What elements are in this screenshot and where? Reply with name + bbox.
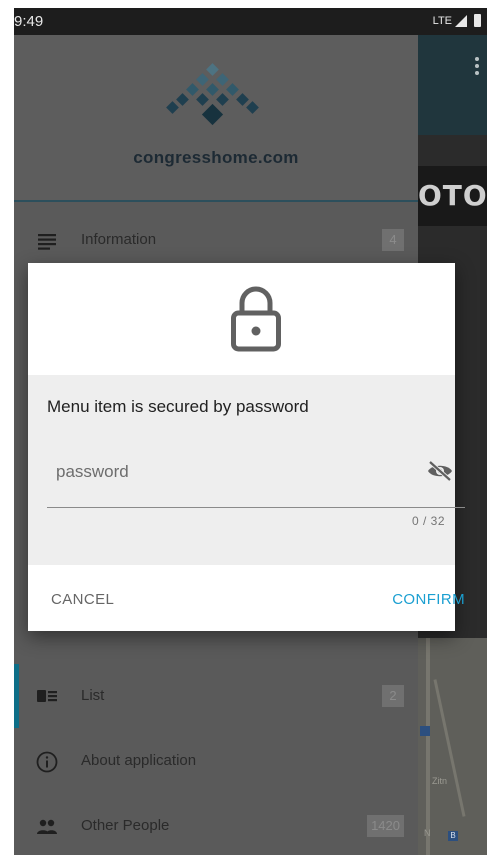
- app-toolbar: [418, 35, 487, 135]
- password-dialog: Menu item is secured by password 0 / 32 …: [28, 263, 465, 631]
- status-icons: LTE: [433, 14, 481, 27]
- drawer-item-label: About application: [81, 752, 197, 769]
- background-banner: OTO: [418, 166, 487, 226]
- confirm-button[interactable]: CONFIRM: [392, 591, 465, 608]
- battery-icon: [474, 14, 481, 27]
- drawer-item-other-people[interactable]: Other People 1420: [14, 803, 418, 851]
- list-card-icon: [37, 690, 57, 702]
- drawer-item-information[interactable]: Information 4: [14, 217, 418, 265]
- cancel-button[interactable]: CANCEL: [51, 591, 114, 608]
- phone-screen: 9:49 LTE OTO Zitn N B congresshome.com I…: [14, 8, 487, 855]
- map-label: N: [424, 828, 431, 838]
- character-counter: 0 / 32: [411, 514, 445, 528]
- drawer-item-count: 1420: [367, 815, 404, 837]
- dialog-title: Menu item is secured by password: [47, 397, 309, 416]
- drawer-item-label: List: [81, 687, 105, 704]
- status-bar: 9:49 LTE: [14, 8, 487, 35]
- notes-icon: [38, 234, 56, 250]
- input-underline: [47, 507, 465, 508]
- map-label: Zitn: [432, 776, 448, 786]
- background-map: Zitn N B: [418, 638, 487, 855]
- dialog-actions: CANCEL CONFIRM: [28, 565, 465, 631]
- status-time: 9:49: [14, 13, 44, 30]
- drawer-item-label: Other People: [81, 817, 170, 834]
- lock-icon: [231, 286, 281, 352]
- drawer-item-list[interactable]: List 2: [14, 664, 418, 728]
- visibility-off-icon[interactable]: [426, 459, 454, 483]
- active-indicator: [14, 664, 19, 728]
- people-icon: [37, 819, 57, 834]
- info-circle-icon: [36, 751, 58, 773]
- network-type: LTE: [432, 14, 452, 27]
- drawer-header: congresshome.com: [14, 35, 418, 202]
- map-label: B: [448, 831, 458, 841]
- signal-icon: [455, 14, 467, 27]
- logo-icon: [166, 63, 259, 126]
- drawer-item-count: 4: [382, 229, 404, 251]
- overflow-menu-icon[interactable]: [475, 57, 479, 75]
- brand-name: congresshome.com: [133, 148, 299, 167]
- drawer-item-count: 2: [382, 685, 404, 707]
- drawer-item-label: Information: [81, 231, 157, 248]
- drawer-item-about[interactable]: About application: [14, 738, 418, 786]
- password-input[interactable]: [48, 452, 438, 492]
- dialog-header: [28, 263, 455, 375]
